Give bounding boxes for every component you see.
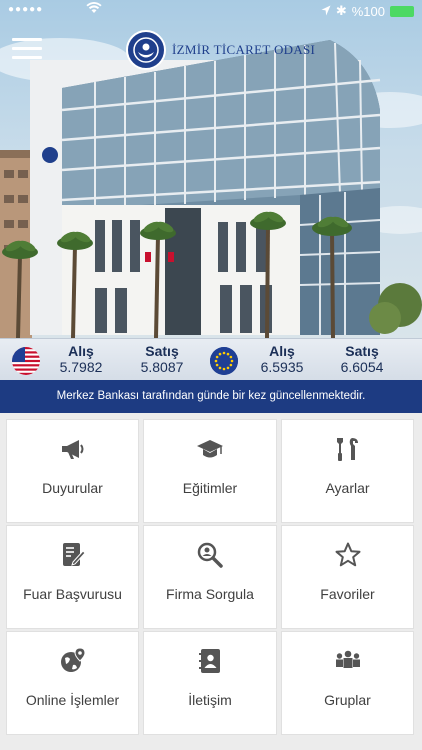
eur-sell-value: 6.6054 — [340, 359, 384, 375]
eur-buy-label: Alış — [269, 343, 295, 359]
menu-label: Eğitimler — [182, 480, 238, 496]
menu-label: Ayarlar — [325, 480, 370, 496]
status-right: ✱ %100 — [321, 3, 414, 19]
menu-label: İletişim — [188, 692, 232, 708]
menu-tile-ayarlar[interactable]: Ayarlar — [281, 419, 414, 523]
tools-icon — [282, 435, 413, 463]
menu-label: Duyurular — [42, 480, 103, 496]
hero-banner: ●●●●● ✱ %100 İZMİR TİCARET ODASI — [0, 0, 422, 338]
menu-tile-iletisim[interactable]: İletişim — [143, 631, 277, 735]
menu-tile-favoriler[interactable]: Favoriler — [281, 525, 414, 629]
usd-sell: Satış 5.8087 — [132, 343, 192, 376]
graduation-cap-icon — [144, 435, 276, 463]
menu-label: Online İşlemler — [25, 692, 120, 708]
status-bar: ●●●●● ✱ %100 — [0, 0, 422, 22]
menu-tile-online-islemler[interactable]: Online İşlemler — [6, 631, 139, 735]
rate-update-notice: Merkez Bankası tarafından günde bir kez … — [0, 380, 422, 413]
eur-buy: Alış 6.5935 — [252, 343, 312, 376]
wifi-icon — [86, 2, 102, 17]
menu-label: Firma Sorgula — [166, 586, 254, 602]
location-icon — [321, 4, 331, 19]
battery-percent: %100 — [351, 3, 385, 19]
menu-label: Favoriler — [320, 586, 375, 602]
megaphone-icon — [7, 435, 138, 463]
chamber-logo: İZMİR TİCARET ODASI — [126, 30, 315, 70]
currency-bar: Alış 5.7982 Satış 5.8087 Alış 6.5935 Sat… — [0, 338, 422, 380]
signal-icon: ●●●●● — [8, 4, 44, 15]
eur-sell: Satış 6.6054 — [332, 343, 392, 376]
usd-sell-value: 5.8087 — [140, 359, 184, 375]
menu-tile-firma-sorgula[interactable]: Firma Sorgula — [143, 525, 277, 629]
form-icon — [7, 541, 138, 569]
menu-label: Fuar Başvurusu — [23, 586, 122, 602]
globe-pin-icon — [7, 647, 138, 675]
usd-buy: Alış 5.7982 — [52, 343, 110, 376]
usd-buy-label: Alış — [68, 343, 94, 359]
menu-tile-egitimler[interactable]: Eğitimler — [143, 419, 277, 523]
menu-tile-gruplar[interactable]: Gruplar — [281, 631, 414, 735]
usd-flag-icon — [12, 347, 40, 375]
menu-tile-fuar-basvurusu[interactable]: Fuar Başvurusu — [6, 525, 139, 629]
menu-tile-duyurular[interactable]: Duyurular — [6, 419, 139, 523]
eur-buy-value: 6.5935 — [260, 359, 304, 375]
menu-label: Gruplar — [324, 692, 371, 708]
usd-sell-label: Satış — [145, 343, 179, 359]
address-book-icon — [144, 647, 276, 675]
logo-text: İZMİR TİCARET ODASI — [172, 42, 316, 57]
people-icon — [282, 647, 413, 675]
seal-icon — [126, 30, 166, 70]
search-icon — [144, 541, 276, 569]
eur-flag-icon — [210, 347, 238, 375]
bluetooth-icon: ✱ — [335, 3, 347, 18]
menu-grid: Duyurular Eğitimler Ayarlar Fuar Başvuru… — [0, 413, 422, 750]
battery-icon — [390, 5, 414, 17]
hamburger-icon[interactable] — [12, 38, 42, 64]
eur-sell-label: Satış — [345, 343, 379, 359]
usd-buy-value: 5.7982 — [59, 359, 103, 375]
star-icon — [282, 541, 413, 569]
